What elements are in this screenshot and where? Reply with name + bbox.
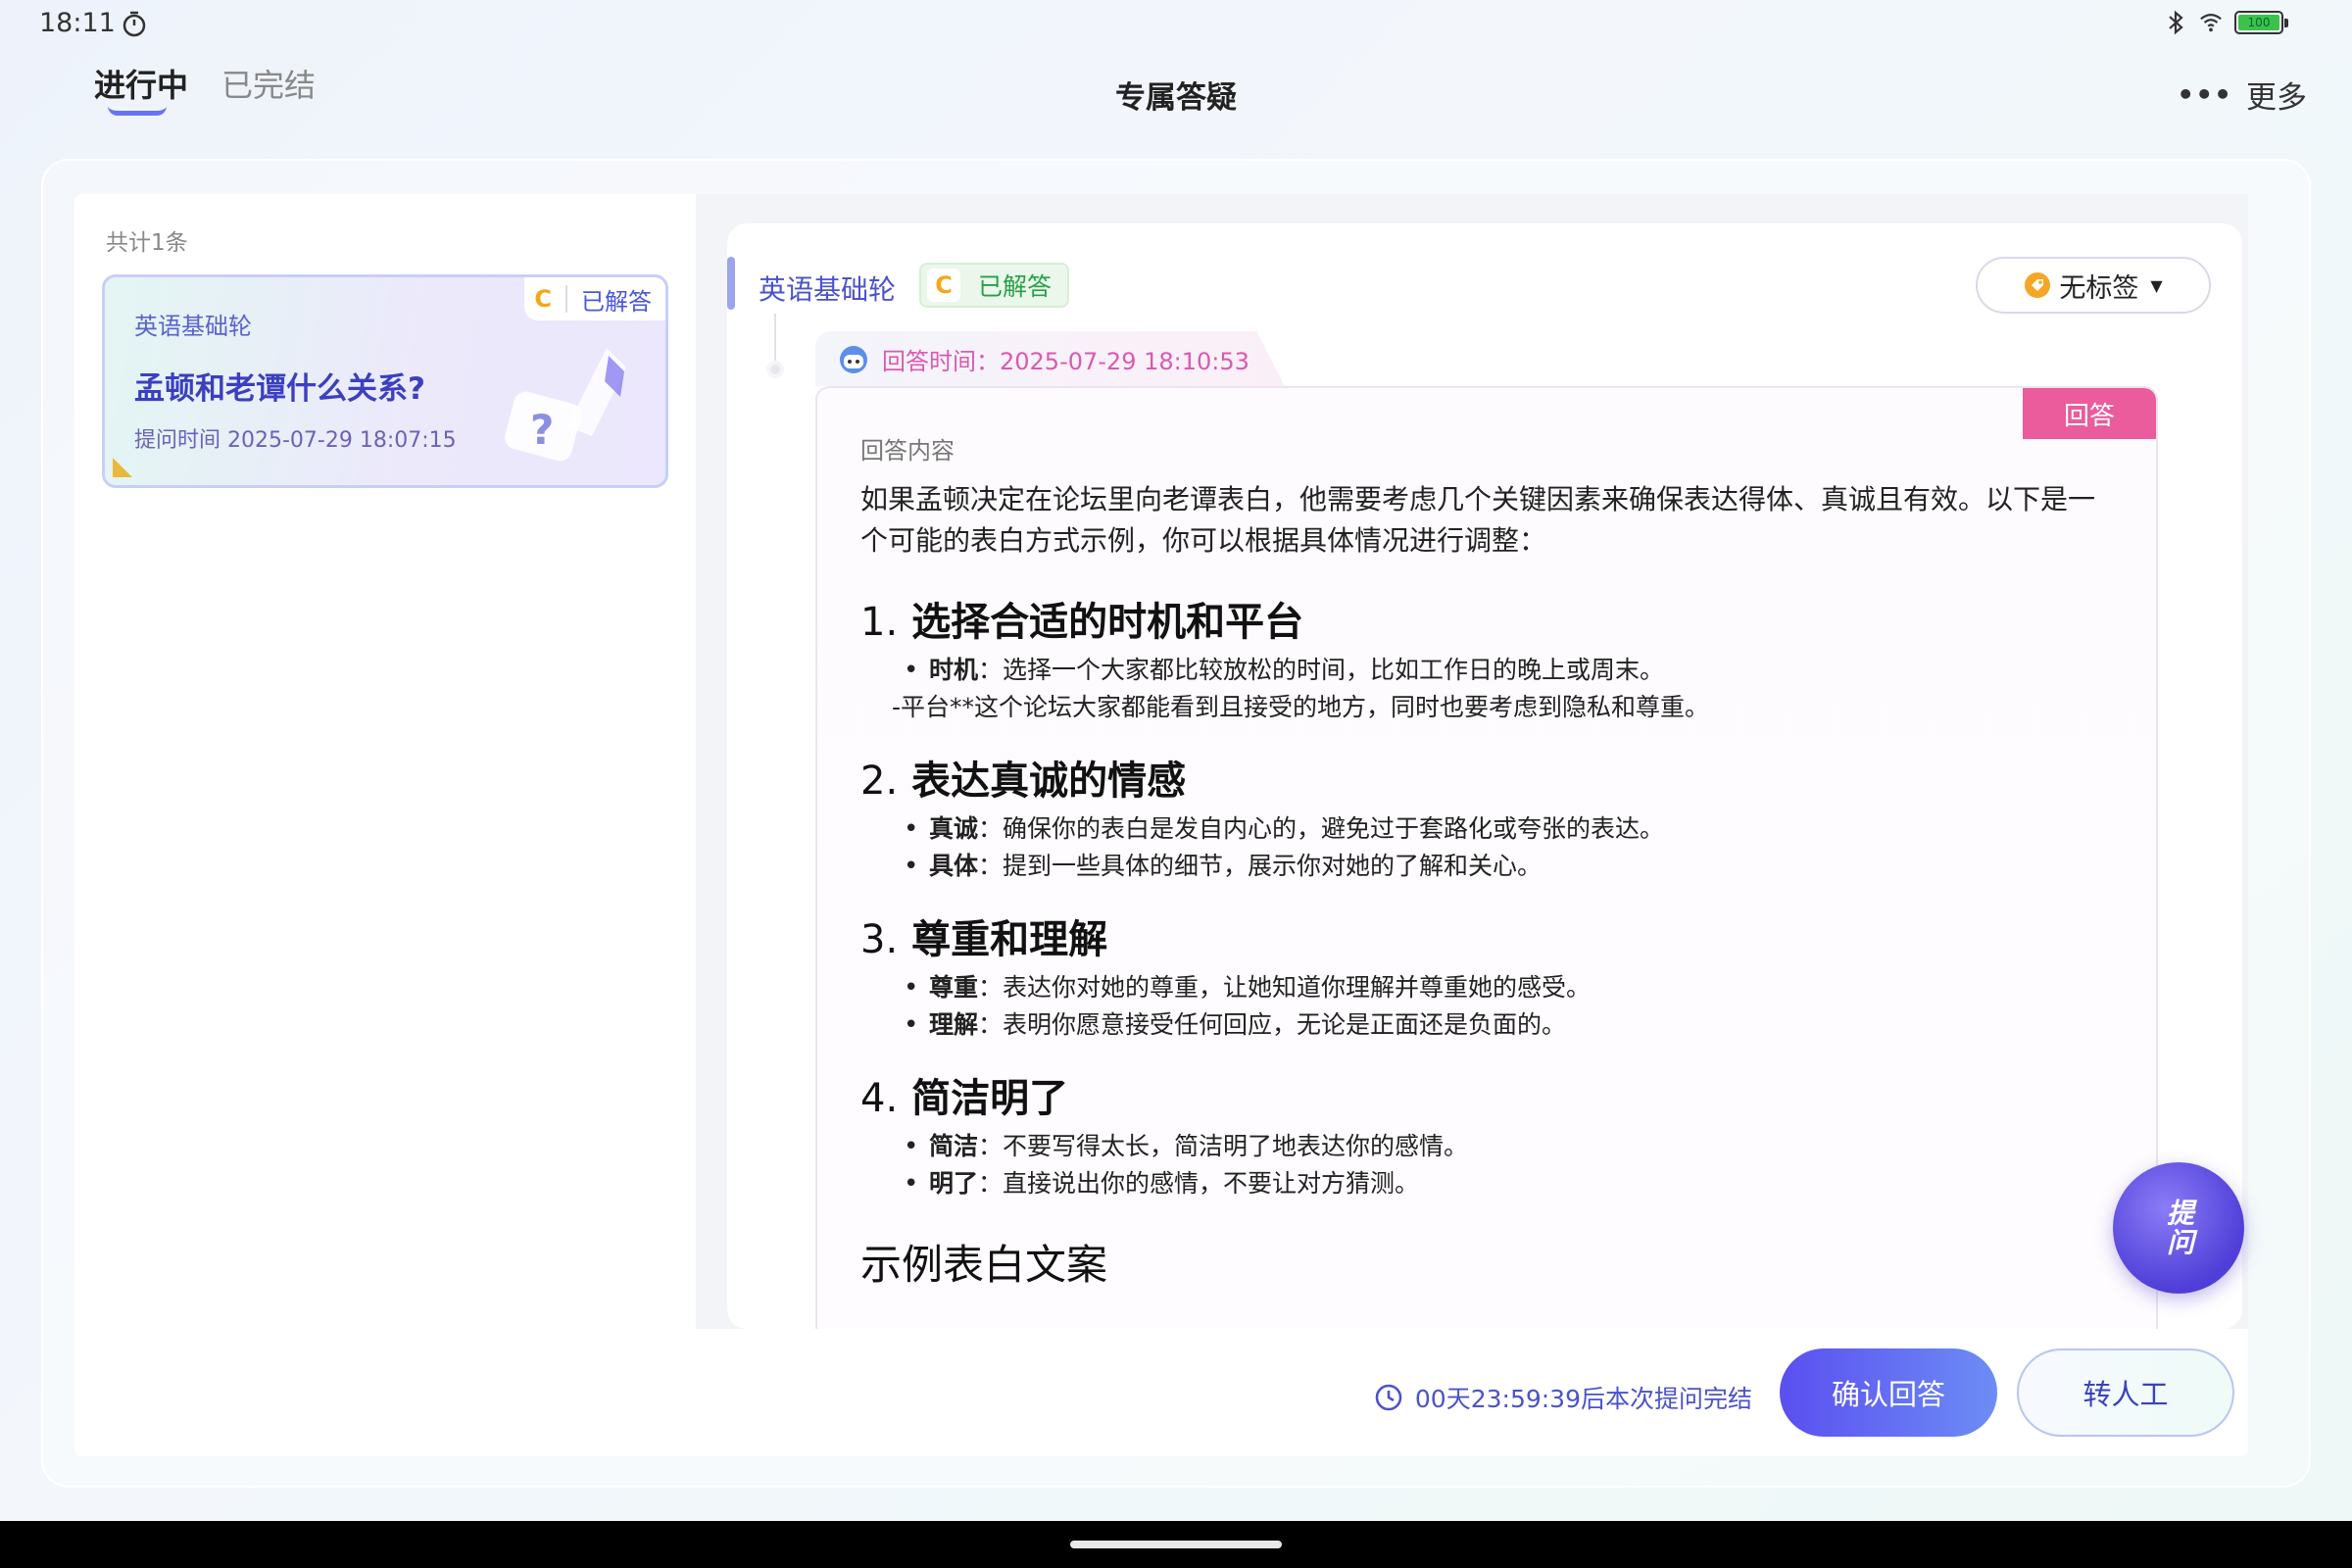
countdown: 00天23:59:39后本次提问完结 bbox=[1374, 1380, 1752, 1415]
more-button[interactable]: ••• 更多 bbox=[2177, 73, 2307, 117]
battery-level: 100 bbox=[2238, 15, 2279, 30]
question-card[interactable]: C 已解答 英语基础轮 孟顿和老谭什么关系? 提问时间 2025-07-29 1… bbox=[102, 274, 668, 488]
section-number: 2. bbox=[860, 759, 899, 804]
corner-marker bbox=[113, 458, 132, 477]
countdown-text: 00天23:59:39后本次提问完结 bbox=[1414, 1385, 1752, 1413]
tag-label: 无标签 bbox=[2059, 272, 2139, 304]
timer-icon bbox=[122, 11, 146, 37]
section-heading: 4. 简洁明了 bbox=[860, 1073, 2115, 1124]
answer-section: 2. 表达真诚的情感真诚：确保你的表白是发自内心的，避免过于套路化或夸张的表达。… bbox=[860, 756, 2115, 885]
item-text: ：确保你的表白是发自内心的，避免过于套路化或夸张的表达。 bbox=[978, 814, 1665, 843]
clock-icon bbox=[1375, 1384, 1402, 1411]
tag-icon bbox=[2025, 272, 2051, 298]
system-nav-bar bbox=[0, 1521, 2352, 1568]
section-item: 理解：表明你愿意接受任何回应，无论是正面还是负面的。 bbox=[860, 1006, 2115, 1044]
answer-content-label: 回答内容 bbox=[860, 437, 955, 465]
section-number: 4. bbox=[860, 1076, 899, 1121]
item-key: 时机 bbox=[929, 656, 979, 684]
answer-time-tab: 回答时间：2025-07-29 18:10:53 bbox=[815, 331, 1285, 386]
status-icons: 100 bbox=[2164, 10, 2288, 35]
answer-box: 回答 回答内容 如果孟顿决定在论坛里向老谭表白，他需要考虑几个关键因素来确保表达… bbox=[815, 386, 2158, 1329]
robot-avatar-icon bbox=[840, 346, 867, 373]
section-title: 表达真诚的情感 bbox=[911, 759, 1187, 804]
course-accent-bar bbox=[727, 257, 735, 310]
question-status-badge: C 已解答 bbox=[524, 277, 665, 320]
more-label: 更多 bbox=[2246, 80, 2307, 116]
item-key: 具体 bbox=[929, 852, 979, 880]
answer-content: 回答内容 如果孟顿决定在论坛里向老谭表白，他需要考虑几个关键因素来确保表达得体、… bbox=[860, 431, 2115, 1292]
item-text: ：表明你愿意接受任何回应，无论是正面还是负面的。 bbox=[978, 1010, 1567, 1039]
section-heading: 3. 尊重和理解 bbox=[860, 914, 2115, 965]
timeline-dot bbox=[766, 361, 784, 378]
item-text: -平台**这个论坛大家都能看到且接受的地方，同时也要考虑到隐私和尊重。 bbox=[892, 693, 1710, 721]
chevron-down-icon: ▼ bbox=[2150, 275, 2163, 295]
ask-question-label: 提问 bbox=[2163, 1199, 2195, 1257]
item-text: ：直接说出你的感情，不要让对方猜测。 bbox=[978, 1169, 1420, 1198]
battery-icon: 100 bbox=[2234, 11, 2288, 34]
action-bar: 00天23:59:39后本次提问完结 确认回答 转人工 bbox=[74, 1329, 2248, 1456]
answer-section: 1. 选择合适的时机和平台时机：选择一个大家都比较放松的时间，比如工作日的晚上或… bbox=[860, 597, 2115, 726]
svg-text:?: ? bbox=[530, 406, 554, 454]
answer-detail-card: 英语基础轮 C 已解答 无标签 ▼ 回答时间：2025-07-29 18:10:… bbox=[727, 223, 2242, 1329]
section-item: 尊重：表达你对她的尊重，让她知道你理解并尊重她的感受。 bbox=[860, 969, 2115, 1006]
answer-section: 4. 简洁明了简洁：不要写得太长，简洁明了地表达你的感情。明了：直接说出你的感情… bbox=[860, 1073, 2115, 1202]
more-dots-icon: ••• bbox=[2177, 78, 2232, 111]
ask-question-button[interactable]: 提问 bbox=[2113, 1162, 2244, 1294]
item-text: ：表达你对她的尊重，让她知道你理解并尊重她的感受。 bbox=[978, 973, 1592, 1002]
section-title: 简洁明了 bbox=[911, 1076, 1069, 1121]
section-title: 选择合适的时机和平台 bbox=[911, 600, 1304, 645]
example-heading: 示例表白文案 bbox=[860, 1241, 1108, 1289]
section-heading: 2. 表达真诚的情感 bbox=[860, 756, 2115, 807]
item-key: 理解 bbox=[929, 1010, 979, 1039]
question-course: 英语基础轮 bbox=[134, 313, 252, 340]
question-time: 提问时间 2025-07-29 18:07:15 bbox=[134, 428, 457, 453]
section-item: 时机：选择一个大家都比较放松的时间，比如工作日的晚上或周末。 bbox=[860, 652, 2115, 689]
section-item: 明了：直接说出你的感情，不要让对方猜测。 bbox=[860, 1165, 2115, 1202]
question-count: 共计1条 bbox=[106, 230, 188, 256]
confirm-answer-button[interactable]: 确认回答 bbox=[1780, 1348, 1997, 1437]
status-bar: 18:11 100 bbox=[0, 0, 2352, 49]
item-key: 明了 bbox=[929, 1169, 979, 1198]
section-item: 真诚：确保你的表白是发自内心的，避免过于套路化或夸张的表达。 bbox=[860, 810, 2115, 848]
detail-course: 英语基础轮 bbox=[759, 273, 897, 306]
detail-status-badge: C 已解答 bbox=[919, 263, 1070, 308]
detail-status-label: 已解答 bbox=[978, 272, 1053, 301]
question-title: 孟顿和老谭什么关系? bbox=[134, 371, 425, 407]
grade-badge: C bbox=[534, 285, 552, 313]
item-text: ：不要写得太长，简洁明了地表达你的感情。 bbox=[978, 1132, 1469, 1160]
page-title: 专属答疑 bbox=[1115, 80, 1237, 116]
detail-grade-badge: C bbox=[927, 269, 960, 302]
home-handle[interactable] bbox=[1070, 1541, 1282, 1548]
bluetooth-icon bbox=[2169, 10, 2183, 35]
section-number: 3. bbox=[860, 917, 899, 962]
question-list: 共计1条 C 已解答 英语基础轮 孟顿和老谭什么关系? 提问时间 2025-07… bbox=[74, 194, 696, 1329]
section-heading: 1. 选择合适的时机和平台 bbox=[860, 597, 2115, 648]
section-title: 尊重和理解 bbox=[911, 917, 1108, 962]
wifi-icon bbox=[2200, 14, 2222, 32]
item-key: 真诚 bbox=[929, 814, 979, 843]
answer-sections: 1. 选择合适的时机和平台时机：选择一个大家都比较放松的时间，比如工作日的晚上或… bbox=[860, 597, 2115, 1202]
item-key: 尊重 bbox=[929, 973, 979, 1002]
section-item: 具体：提到一些具体的细节，展示你对她的了解和关心。 bbox=[860, 848, 2115, 885]
section-number: 1. bbox=[860, 600, 899, 645]
status-label: 已解答 bbox=[581, 287, 652, 316]
question-mark-illustration-icon: ? bbox=[505, 348, 626, 462]
answer-intro: 如果孟顿决定在论坛里向老谭表白，他需要考虑几个关键因素来确保表达得体、真诚且有效… bbox=[860, 483, 2096, 557]
item-text: ：选择一个大家都比较放松的时间，比如工作日的晚上或周末。 bbox=[978, 656, 1665, 684]
answer-section: 3. 尊重和理解尊重：表达你对她的尊重，让她知道你理解并尊重她的感受。理解：表明… bbox=[860, 914, 2115, 1044]
status-time: 18:11 bbox=[39, 8, 116, 38]
section-item: -平台**这个论坛大家都能看到且接受的地方，同时也要考虑到隐私和尊重。 bbox=[860, 689, 2115, 726]
section-item: 简洁：不要写得太长，简洁明了地表达你的感情。 bbox=[860, 1128, 2115, 1165]
item-key: 简洁 bbox=[929, 1132, 979, 1160]
answer-time: 回答时间：2025-07-29 18:10:53 bbox=[882, 347, 1250, 375]
transfer-human-button[interactable]: 转人工 bbox=[2017, 1348, 2234, 1437]
item-text: ：提到一些具体的细节，展示你对她的了解和关心。 bbox=[978, 852, 1543, 880]
tag-dropdown[interactable]: 无标签 ▼ bbox=[1976, 257, 2211, 314]
